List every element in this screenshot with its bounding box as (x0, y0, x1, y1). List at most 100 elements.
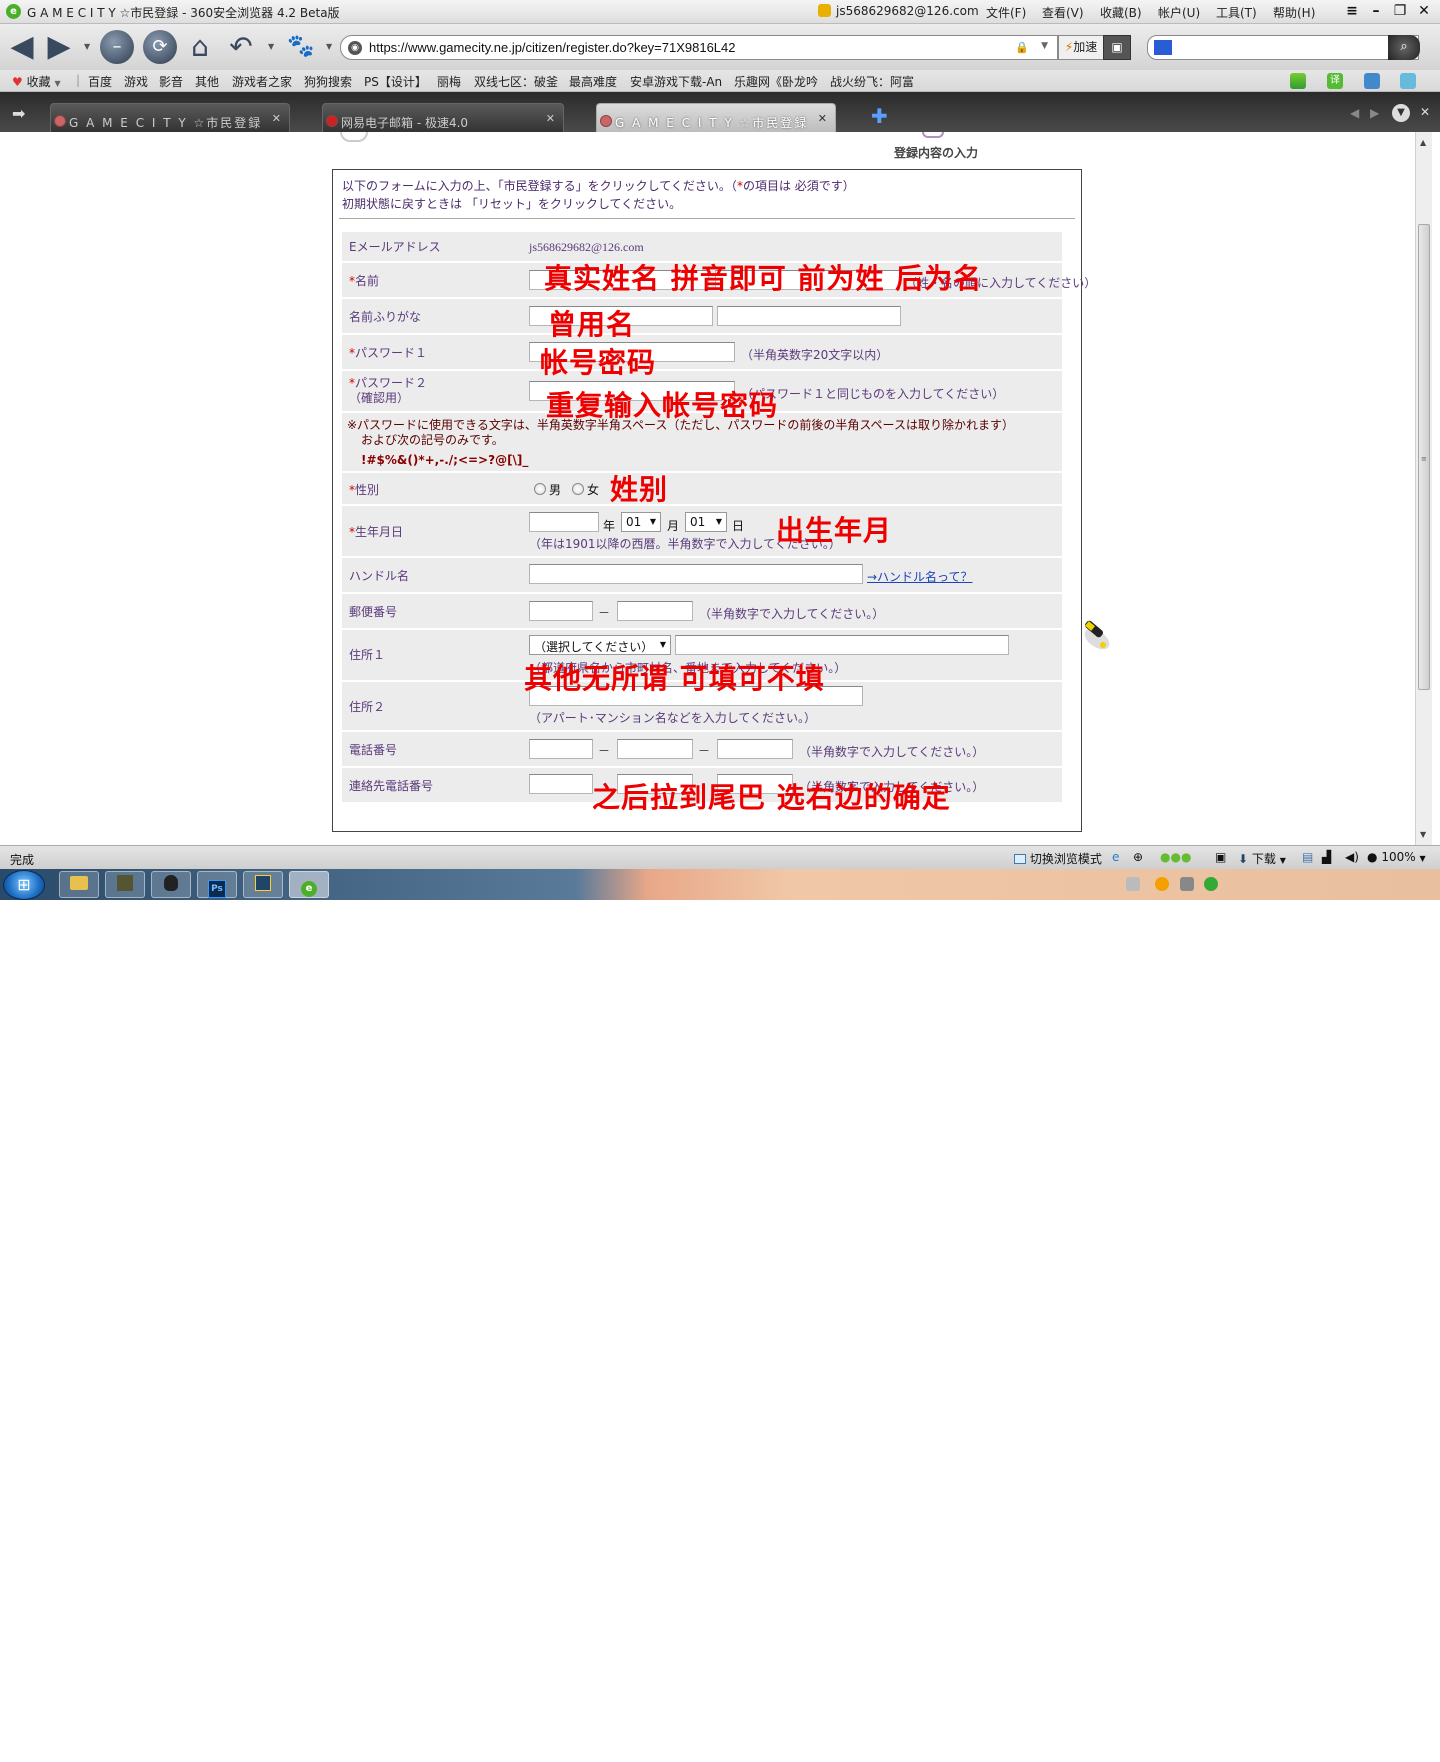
sidebar-toggle-icon[interactable]: ➡ (12, 104, 25, 123)
maximize-icon[interactable]: ❐ (1390, 3, 1410, 21)
vertical-scrollbar[interactable]: ▲ ≡ ▼ (1415, 132, 1432, 845)
phone-input-2[interactable] (617, 739, 693, 759)
start-button-icon[interactable]: ⊞ (3, 870, 45, 900)
scroll-down-icon[interactable]: ▼ (1420, 830, 1426, 839)
fav-item-games[interactable]: 游戏 (124, 73, 148, 90)
speed-up-button[interactable]: ⚡加速 (1058, 35, 1104, 60)
furigana-first-input[interactable] (717, 306, 901, 326)
tab-close-icon[interactable]: ✕ (546, 112, 555, 125)
menu-account[interactable]: 帐户(U) (1158, 4, 1200, 21)
fav-item-zhanhuo[interactable]: 战火纷飞：阿富 (830, 73, 914, 90)
tab-list-icon[interactable]: ▼ (1392, 104, 1410, 122)
tab-close-icon[interactable]: ✕ (818, 112, 827, 125)
taskbar-game-icon[interactable] (105, 871, 145, 898)
taskbar-tool-icon[interactable] (243, 871, 283, 898)
fav-item-gamers-home[interactable]: 游戏者之家 (232, 73, 292, 90)
gender-female-label[interactable]: 女 (587, 481, 599, 498)
undo-dropdown-icon[interactable]: ▼ (268, 42, 274, 51)
taskbar-photoshop-icon[interactable]: Ps (197, 871, 237, 898)
signal-icon[interactable]: ▟ (1322, 850, 1331, 864)
close-icon[interactable]: ✕ (1414, 3, 1434, 21)
monitor-icon[interactable]: ▣ (1215, 850, 1226, 864)
tab-scroll-left-icon[interactable]: ◀ (1350, 106, 1359, 120)
gender-male-label[interactable]: 男 (549, 481, 561, 498)
padlock-icon[interactable]: 🔒 (1015, 41, 1029, 54)
address1-input[interactable] (675, 635, 1009, 655)
menu-favorites[interactable]: 收藏(B) (1100, 4, 1142, 21)
forward-dropdown-icon[interactable]: ▼ (84, 42, 90, 51)
new-tab-icon[interactable]: ✚ (871, 104, 888, 128)
tray-360-icon[interactable] (1204, 877, 1218, 891)
tab-scroll-right-icon[interactable]: ▶ (1370, 106, 1379, 120)
stop-icon[interactable]: – (100, 30, 134, 64)
scroll-up-icon[interactable]: ▲ (1420, 138, 1426, 147)
search-icon[interactable]: ⌕ (1388, 35, 1420, 60)
fav-item-dog-search[interactable]: 狗狗搜索 (304, 73, 352, 90)
toggle-icon[interactable]: ●●● (1160, 850, 1191, 864)
translate-icon[interactable]: 译 (1327, 73, 1343, 89)
favorites-menu[interactable]: ♥ 收藏 ▼ (12, 73, 61, 90)
postal-input-2[interactable] (617, 601, 693, 621)
fav-item-hardest[interactable]: 最高难度 (569, 73, 617, 90)
close-all-tabs-icon[interactable]: ✕ (1420, 105, 1430, 119)
postal-input-1[interactable] (529, 601, 593, 621)
address-bar[interactable]: ◉ https://www.gamecity.ne.jp/citizen/reg… (340, 35, 1058, 60)
fav-item-wolongyin[interactable]: 乐趣网《卧龙吟 (734, 73, 818, 90)
tray-device-icon[interactable] (1180, 877, 1194, 891)
page-icon[interactable]: ▤ (1302, 850, 1313, 864)
tray-qq-icon[interactable] (1155, 877, 1169, 891)
screenshot-icon[interactable] (1364, 73, 1380, 89)
minimize-icon[interactable]: – (1366, 3, 1386, 21)
zoom-control[interactable]: ● 100% ▼ (1367, 850, 1426, 864)
undo-close-icon[interactable]: ↶ (224, 30, 258, 64)
menu-tools[interactable]: 工具(T) (1216, 4, 1257, 21)
birth-day-select[interactable]: 01 ▼ (685, 512, 727, 532)
taskbar-explorer-icon[interactable] (59, 871, 99, 898)
fav-item-limei[interactable]: 丽梅 (437, 73, 461, 90)
menu-file[interactable]: 文件(F) (986, 4, 1026, 21)
taskbar-360-browser-icon[interactable]: e (289, 871, 329, 898)
menu-help[interactable]: 帮助(H) (1273, 4, 1315, 21)
prefecture-select[interactable]: （選択してください） ▼ (529, 635, 671, 655)
refresh-icon[interactable]: ⟳ (143, 30, 177, 64)
back-icon[interactable]: ◀ (5, 30, 39, 64)
fav-item-baidu[interactable]: 百度 (88, 73, 112, 90)
contact-phone-input-1[interactable] (529, 774, 593, 794)
extension-icon[interactable] (1400, 73, 1416, 89)
fav-item-ps-design[interactable]: PS【设计】 (364, 73, 427, 90)
download-button[interactable]: ⬇ 下载 ▼ (1238, 850, 1286, 867)
settings-menu-icon[interactable]: ≡ (1342, 3, 1362, 21)
birth-year-input[interactable] (529, 512, 599, 532)
search-engine-icon[interactable]: 🐾 (1154, 40, 1172, 55)
home-icon[interactable]: ⌂ (183, 30, 217, 64)
network-icon[interactable]: ⊕ (1133, 850, 1143, 864)
volume-icon[interactable]: ◀) (1345, 850, 1359, 864)
taskbar-qq-icon[interactable] (151, 871, 191, 898)
ie-icon[interactable]: e (1112, 850, 1119, 864)
tab-close-icon[interactable]: ✕ (272, 112, 281, 125)
account-menu[interactable]: js568629682@126.com (818, 4, 979, 18)
fav-item-zone7[interactable]: 双线七区：破釜 (474, 73, 558, 90)
tab-gamecity-1[interactable]: G A M E C I T Y ☆市民登録 ✕ (50, 103, 290, 132)
paw-dropdown-icon[interactable]: ▼ (326, 42, 332, 51)
fav-item-other[interactable]: 其他 (195, 73, 219, 90)
switch-mode-button[interactable]: 切换浏览模式 (1014, 850, 1102, 867)
tray-keyboard-icon[interactable] (1126, 877, 1140, 891)
gender-male-radio[interactable] (534, 483, 546, 495)
tab-netease-mail[interactable]: 网易电子邮箱 - 极速4.0 ✕ (322, 103, 564, 132)
paw-icon[interactable]: 🐾 (284, 30, 318, 64)
scroll-thumb[interactable]: ≡ (1418, 224, 1430, 690)
url-text[interactable]: https://www.gamecity.ne.jp/citizen/regis… (369, 40, 736, 55)
menu-view[interactable]: 查看(V) (1042, 4, 1084, 21)
birth-month-select[interactable]: 01 ▼ (621, 512, 661, 532)
compat-mode-icon[interactable]: ▣ (1103, 35, 1131, 60)
gender-female-radio[interactable] (572, 483, 584, 495)
fav-item-android-games[interactable]: 安卓游戏下载-An (630, 73, 722, 90)
forward-icon[interactable]: ▶ (42, 30, 76, 64)
tab-gamecity-active[interactable]: G A M E C I T Y ☆市民登録 ✕ (596, 103, 836, 132)
phone-input-1[interactable] (529, 739, 593, 759)
search-input[interactable]: 🐾 (1147, 35, 1419, 60)
address-dropdown-icon[interactable]: ▼ (1041, 41, 1048, 51)
app-box-icon[interactable] (1290, 73, 1306, 89)
fav-item-media[interactable]: 影音 (159, 73, 183, 90)
